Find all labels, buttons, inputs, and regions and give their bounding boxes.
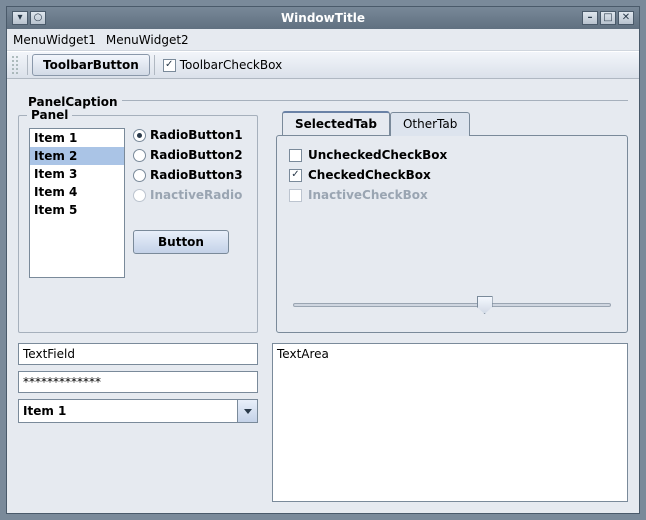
radio-icon — [133, 189, 146, 202]
toolbar-separator — [27, 55, 28, 75]
toolbar-button[interactable]: ToolbarButton — [32, 54, 150, 76]
menu-circle-button[interactable]: ○ — [30, 11, 46, 25]
radio-label: InactiveRadio — [150, 188, 242, 202]
titlebar[interactable]: ▾○ WindowTitle –□✕ — [7, 7, 639, 29]
checkbox-label: UncheckedCheckBox — [308, 148, 447, 162]
checkbox-label: InactiveCheckBox — [308, 188, 428, 202]
divider — [118, 100, 628, 101]
listbox[interactable]: Item 1Item 2Item 3Item 4Item 5 — [29, 128, 125, 278]
menubar: MenuWidget1 MenuWidget2 — [7, 29, 639, 51]
radio-label: RadioButton1 — [150, 128, 243, 142]
radio-label: RadioButton3 — [150, 168, 243, 182]
panel-group: Panel Item 1Item 2Item 3Item 4Item 5 Rad… — [18, 115, 258, 333]
list-item[interactable]: Item 1 — [30, 129, 124, 147]
maximize-button[interactable]: □ — [600, 11, 616, 25]
toolbar-separator — [154, 55, 155, 75]
chevron-down-icon[interactable] — [237, 400, 257, 422]
list-item[interactable]: Item 5 — [30, 201, 124, 219]
slider-thumb-icon[interactable] — [477, 296, 493, 314]
text-field[interactable]: TextField — [18, 343, 258, 365]
checkbox-icon — [289, 189, 302, 202]
combobox[interactable]: Item 1 — [18, 399, 258, 423]
checkbox-icon: ✓ — [289, 169, 302, 182]
checkbox-row[interactable]: ✓ CheckedCheckBox — [289, 168, 615, 182]
checkbox-row[interactable]: UncheckedCheckBox — [289, 148, 615, 162]
toolbar: ToolbarButton ✓ ToolbarCheckBox — [7, 51, 639, 79]
menu-item[interactable]: MenuWidget2 — [106, 33, 189, 47]
button[interactable]: Button — [133, 230, 229, 254]
panel-caption: PanelCaption — [24, 95, 122, 109]
tab-pane: SelectedTabOtherTab UncheckedCheckBox ✓ Ch… — [276, 111, 628, 333]
radio-icon — [133, 149, 146, 162]
toolbar-checkbox-label: ToolbarCheckBox — [180, 58, 282, 72]
text-area[interactable]: TextArea — [272, 343, 628, 502]
toolbar-handle-icon[interactable] — [11, 55, 19, 75]
menu-item[interactable]: MenuWidget1 — [13, 33, 96, 47]
combobox-value: Item 1 — [23, 404, 66, 418]
content-area: PanelCaption Panel Item 1Item 2Item 3Ite… — [7, 79, 639, 513]
list-item[interactable]: Item 2 — [30, 147, 124, 165]
tab[interactable]: OtherTab — [390, 112, 470, 136]
panel-group-label: Panel — [27, 108, 72, 122]
window: ▾○ WindowTitle –□✕ MenuWidget1MenuWidget… — [6, 6, 640, 514]
password-field[interactable]: ************* — [18, 371, 258, 393]
checkbox-label: CheckedCheckBox — [308, 168, 431, 182]
checkbox-icon — [289, 149, 302, 162]
radio-button[interactable]: RadioButton3 — [133, 168, 243, 182]
radio-button: InactiveRadio — [133, 188, 243, 202]
list-item[interactable]: Item 3 — [30, 165, 124, 183]
close-button[interactable]: ✕ — [618, 11, 634, 25]
slider[interactable] — [289, 294, 615, 314]
list-item[interactable]: Item 4 — [30, 183, 124, 201]
radio-button[interactable]: RadioButton2 — [133, 148, 243, 162]
minimize-button[interactable]: – — [582, 11, 598, 25]
tab[interactable]: SelectedTab — [282, 111, 390, 135]
checkbox-icon: ✓ — [163, 59, 176, 72]
window-title: WindowTitle — [7, 11, 639, 25]
checkbox-row: InactiveCheckBox — [289, 188, 615, 202]
slider-track — [293, 303, 611, 307]
radio-icon — [133, 169, 146, 182]
toolbar-checkbox[interactable]: ✓ ToolbarCheckBox — [159, 54, 286, 76]
menu-down-button[interactable]: ▾ — [12, 11, 28, 25]
radio-icon — [133, 129, 146, 142]
tab-body: UncheckedCheckBox ✓ CheckedCheckBox Inactiv… — [276, 135, 628, 333]
radio-button[interactable]: RadioButton1 — [133, 128, 243, 142]
radio-label: RadioButton2 — [150, 148, 243, 162]
